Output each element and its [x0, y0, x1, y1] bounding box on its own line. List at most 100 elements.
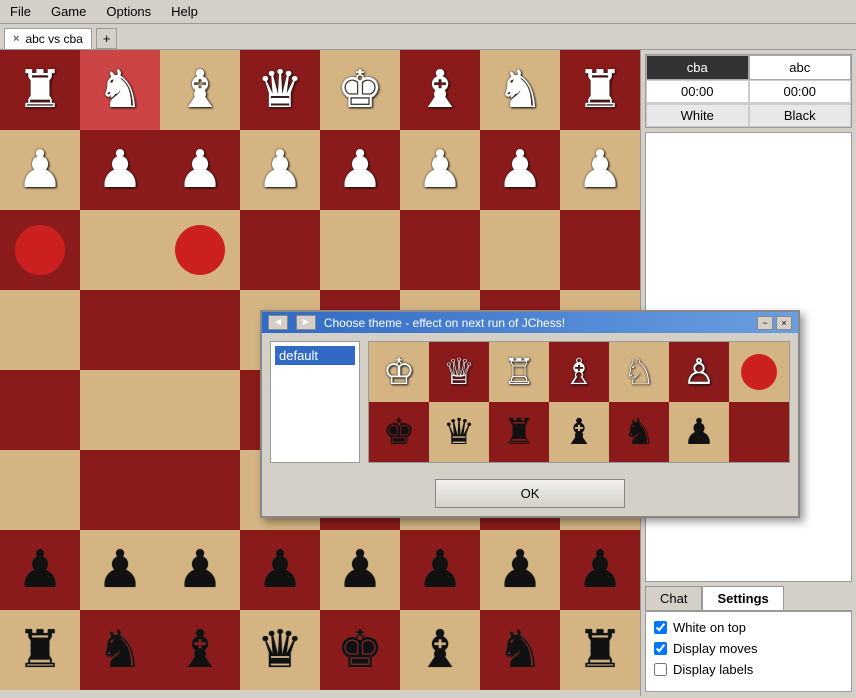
cell-b4[interactable] — [80, 370, 160, 450]
prev-bq: ♛ — [429, 402, 489, 462]
cell-g7[interactable]: ♟ — [480, 130, 560, 210]
cell-b7[interactable]: ♟ — [80, 130, 160, 210]
piece-d7: ♟ — [257, 144, 304, 196]
cell-a3[interactable] — [0, 450, 80, 530]
piece-preview: ♔ ♕ ♖ ♗ ♘ ♙ ♚ ♛ ♜ ♝ ♞ ♟ — [368, 341, 790, 463]
white-on-top-checkbox[interactable] — [654, 621, 667, 634]
highlight-a6 — [15, 225, 65, 275]
cell-h2[interactable]: ♟ — [560, 530, 640, 610]
cell-g1[interactable]: ♞ — [480, 610, 560, 690]
black-label: Black — [749, 104, 852, 127]
piece-a1: ♜ — [17, 624, 64, 676]
tab-settings[interactable]: Settings — [702, 586, 783, 610]
piece-f7: ♟ — [417, 144, 464, 196]
cell-f8[interactable]: ♝ — [400, 50, 480, 130]
piece-h8: ♜ — [577, 64, 624, 116]
tabbar: × abc vs cba + — [0, 24, 856, 50]
display-labels-row: Display labels — [654, 662, 843, 677]
dialog-nav-forward[interactable]: ► — [296, 315, 316, 330]
cell-c2[interactable]: ♟ — [160, 530, 240, 610]
piece-b8: ♞ — [97, 64, 144, 116]
bottom-tabs: Chat Settings — [645, 586, 852, 611]
cell-h6[interactable] — [560, 210, 640, 290]
piece-b2: ♟ — [97, 544, 144, 596]
cell-f7[interactable]: ♟ — [400, 130, 480, 210]
highlight-c6 — [175, 225, 225, 275]
cell-f2[interactable]: ♟ — [400, 530, 480, 610]
dialog-nav-back[interactable]: ◄ — [268, 315, 288, 330]
cell-b5[interactable] — [80, 290, 160, 370]
cell-e8[interactable]: ♚ — [320, 50, 400, 130]
cell-a6[interactable] — [0, 210, 80, 290]
main-area: ♜ ♞ ♝ ♛ ♚ ♝ ♞ ♜ ♟ ♟ ♟ ♟ ♟ ♟ ♟ ♟ — [0, 50, 856, 696]
cell-d6[interactable] — [240, 210, 320, 290]
cell-b3[interactable] — [80, 450, 160, 530]
main-tab[interactable]: × abc vs cba — [4, 28, 92, 49]
cell-c6[interactable] — [160, 210, 240, 290]
cell-a1[interactable]: ♜ — [0, 610, 80, 690]
cell-b2[interactable]: ♟ — [80, 530, 160, 610]
dialog-close-button[interactable]: × — [776, 316, 792, 330]
prev-br: ♜ — [489, 402, 549, 462]
piece-g7: ♟ — [497, 144, 544, 196]
cell-a2[interactable]: ♟ — [0, 530, 80, 610]
cell-a7[interactable]: ♟ — [0, 130, 80, 210]
cell-g8[interactable]: ♞ — [480, 50, 560, 130]
cell-a8[interactable]: ♜ — [0, 50, 80, 130]
cell-d2[interactable]: ♟ — [240, 530, 320, 610]
cell-e6[interactable] — [320, 210, 400, 290]
piece-e1: ♚ — [337, 624, 384, 676]
theme-dialog: ◄ ► Choose theme - effect on next run of… — [260, 310, 800, 518]
display-moves-row: Display moves — [654, 641, 843, 656]
cell-f1[interactable]: ♝ — [400, 610, 480, 690]
cell-g6[interactable] — [480, 210, 560, 290]
cell-c1[interactable]: ♝ — [160, 610, 240, 690]
cell-a4[interactable] — [0, 370, 80, 450]
cell-b6[interactable] — [80, 210, 160, 290]
black-player-name: cba — [646, 55, 749, 80]
cell-b1[interactable]: ♞ — [80, 610, 160, 690]
cell-c8[interactable]: ♝ — [160, 50, 240, 130]
cell-h7[interactable]: ♟ — [560, 130, 640, 210]
cell-h1[interactable]: ♜ — [560, 610, 640, 690]
cell-d7[interactable]: ♟ — [240, 130, 320, 210]
white-player-name: abc — [749, 55, 852, 80]
ok-button[interactable]: OK — [435, 479, 625, 508]
prev-bk: ♚ — [369, 402, 429, 462]
cell-g2[interactable]: ♟ — [480, 530, 560, 610]
cell-a5[interactable] — [0, 290, 80, 370]
cell-b8[interactable]: ♞ — [80, 50, 160, 130]
tab-add-button[interactable]: + — [96, 28, 118, 49]
cell-c4[interactable] — [160, 370, 240, 450]
menu-help[interactable]: Help — [165, 2, 204, 21]
piece-e7: ♟ — [337, 144, 384, 196]
cell-h8[interactable]: ♜ — [560, 50, 640, 130]
dialog-minimize-button[interactable]: − — [757, 316, 773, 330]
tab-close-icon[interactable]: × — [13, 33, 19, 45]
piece-a2: ♟ — [17, 544, 64, 596]
menu-file[interactable]: File — [4, 2, 37, 21]
cell-c3[interactable] — [160, 450, 240, 530]
piece-h2: ♟ — [577, 544, 624, 596]
cell-d1[interactable]: ♛ — [240, 610, 320, 690]
cell-c5[interactable] — [160, 290, 240, 370]
theme-item-default[interactable]: default — [275, 346, 355, 365]
piece-d8: ♛ — [257, 64, 304, 116]
piece-b1: ♞ — [97, 624, 144, 676]
menu-options[interactable]: Options — [100, 2, 157, 21]
menu-game[interactable]: Game — [45, 2, 92, 21]
piece-g2: ♟ — [497, 544, 544, 596]
prev-bcirc — [729, 402, 789, 462]
cell-c7[interactable]: ♟ — [160, 130, 240, 210]
cell-d8[interactable]: ♛ — [240, 50, 320, 130]
piece-c7: ♟ — [177, 144, 224, 196]
cell-e1[interactable]: ♚ — [320, 610, 400, 690]
cell-e7[interactable]: ♟ — [320, 130, 400, 210]
cell-f6[interactable] — [400, 210, 480, 290]
piece-e2: ♟ — [337, 544, 384, 596]
display-labels-checkbox[interactable] — [654, 663, 667, 676]
tab-chat[interactable]: Chat — [645, 586, 702, 610]
cell-e2[interactable]: ♟ — [320, 530, 400, 610]
piece-g8: ♞ — [497, 64, 544, 116]
display-moves-checkbox[interactable] — [654, 642, 667, 655]
